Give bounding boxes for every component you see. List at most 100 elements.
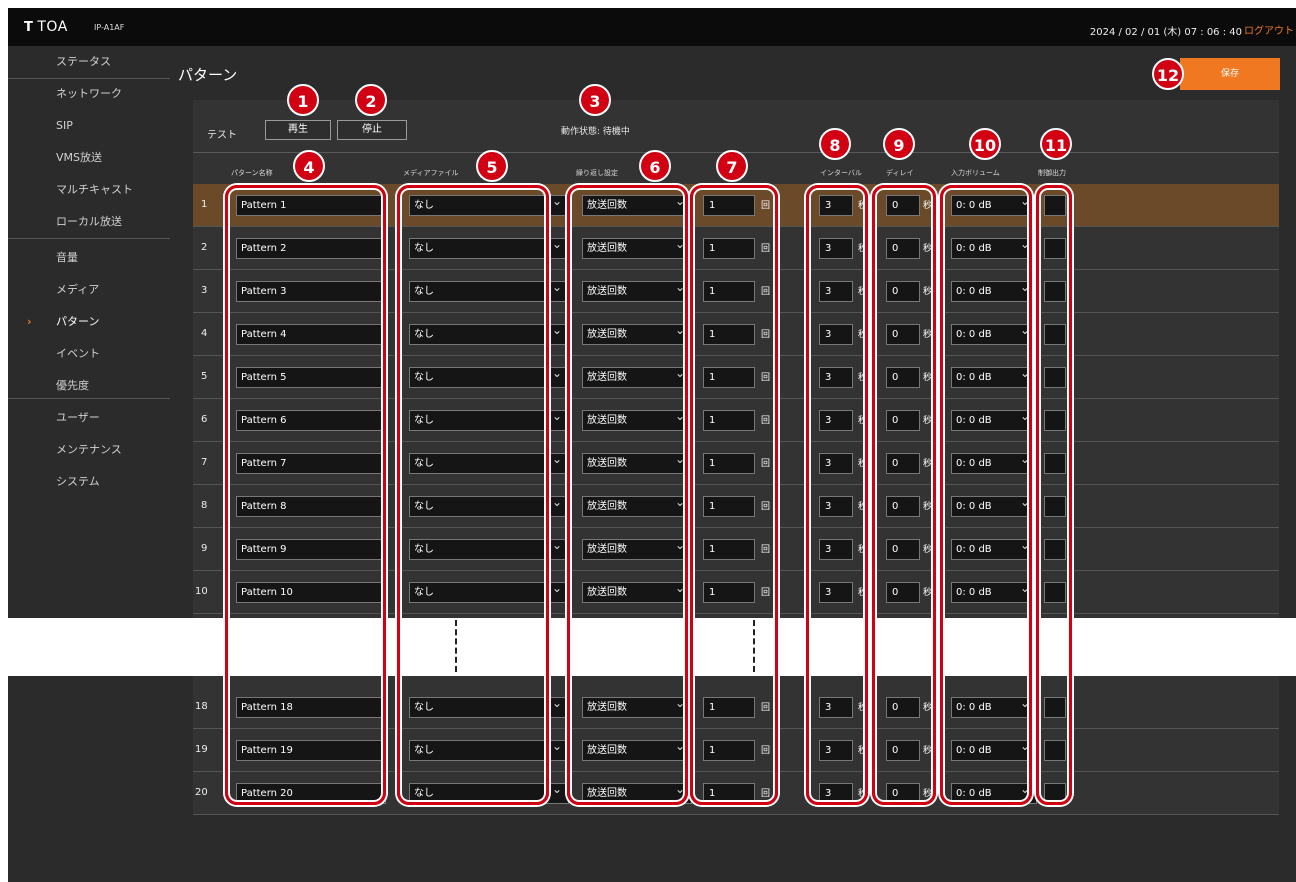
media-file-select[interactable]: なし: [409, 740, 569, 761]
input-volume-select[interactable]: 0: 0 dB: [951, 783, 1037, 804]
control-output-field[interactable]: [1044, 410, 1066, 431]
media-file-select[interactable]: なし: [409, 496, 569, 517]
media-file-select[interactable]: なし: [409, 238, 569, 259]
control-output-field[interactable]: [1044, 740, 1066, 761]
media-file-select[interactable]: なし: [409, 539, 569, 560]
delay-input[interactable]: 0: [886, 324, 920, 345]
delay-input[interactable]: 0: [886, 238, 920, 259]
control-output-field[interactable]: [1044, 195, 1066, 216]
pattern-name-input[interactable]: Pattern 19: [236, 740, 386, 761]
interval-input[interactable]: 3: [819, 195, 853, 216]
interval-input[interactable]: 3: [819, 281, 853, 302]
control-output-field[interactable]: [1044, 281, 1066, 302]
pattern-name-input[interactable]: Pattern 8: [236, 496, 386, 517]
repeat-count-input[interactable]: 1: [703, 783, 755, 804]
pattern-name-input[interactable]: Pattern 3: [236, 281, 386, 302]
input-volume-select[interactable]: 0: 0 dB: [951, 453, 1037, 474]
repeat-count-input[interactable]: 1: [703, 195, 755, 216]
delay-input[interactable]: 0: [886, 783, 920, 804]
control-output-field[interactable]: [1044, 783, 1066, 804]
interval-input[interactable]: 3: [819, 539, 853, 560]
repeat-setting-select[interactable]: 放送回数: [582, 367, 692, 388]
interval-input[interactable]: 3: [819, 783, 853, 804]
pattern-name-input[interactable]: Pattern 5: [236, 367, 386, 388]
input-volume-select[interactable]: 0: 0 dB: [951, 582, 1037, 603]
control-output-field[interactable]: [1044, 238, 1066, 259]
repeat-count-input[interactable]: 1: [703, 740, 755, 761]
repeat-count-input[interactable]: 1: [703, 410, 755, 431]
repeat-setting-select[interactable]: 放送回数: [582, 410, 692, 431]
input-volume-select[interactable]: 0: 0 dB: [951, 539, 1037, 560]
sidebar-item[interactable]: マルチキャスト: [8, 174, 170, 206]
repeat-setting-select[interactable]: 放送回数: [582, 697, 692, 718]
delay-input[interactable]: 0: [886, 453, 920, 474]
repeat-count-input[interactable]: 1: [703, 367, 755, 388]
control-output-field[interactable]: [1044, 582, 1066, 603]
repeat-count-input[interactable]: 1: [703, 582, 755, 603]
repeat-setting-select[interactable]: 放送回数: [582, 195, 692, 216]
interval-input[interactable]: 3: [819, 324, 853, 345]
sidebar-item[interactable]: ステータス: [8, 46, 170, 78]
sidebar-item[interactable]: VMS放送: [8, 142, 170, 174]
interval-input[interactable]: 3: [819, 453, 853, 474]
delay-input[interactable]: 0: [886, 539, 920, 560]
pattern-name-input[interactable]: Pattern 7: [236, 453, 386, 474]
delay-input[interactable]: 0: [886, 740, 920, 761]
delay-input[interactable]: 0: [886, 281, 920, 302]
repeat-count-input[interactable]: 1: [703, 238, 755, 259]
repeat-count-input[interactable]: 1: [703, 324, 755, 345]
pattern-name-input[interactable]: Pattern 9: [236, 539, 386, 560]
media-file-select[interactable]: なし: [409, 582, 569, 603]
media-file-select[interactable]: なし: [409, 410, 569, 431]
repeat-count-input[interactable]: 1: [703, 496, 755, 517]
interval-input[interactable]: 3: [819, 697, 853, 718]
media-file-select[interactable]: なし: [409, 453, 569, 474]
sidebar-item[interactable]: 音量: [8, 242, 170, 274]
interval-input[interactable]: 3: [819, 410, 853, 431]
media-file-select[interactable]: なし: [409, 367, 569, 388]
interval-input[interactable]: 3: [819, 496, 853, 517]
interval-input[interactable]: 3: [819, 740, 853, 761]
repeat-setting-select[interactable]: 放送回数: [582, 539, 692, 560]
input-volume-select[interactable]: 0: 0 dB: [951, 496, 1037, 517]
pattern-name-input[interactable]: Pattern 1: [236, 195, 386, 216]
input-volume-select[interactable]: 0: 0 dB: [951, 324, 1037, 345]
pattern-name-input[interactable]: Pattern 6: [236, 410, 386, 431]
control-output-field[interactable]: [1044, 539, 1066, 560]
sidebar-item[interactable]: › パターン: [8, 306, 170, 338]
delay-input[interactable]: 0: [886, 410, 920, 431]
stop-button[interactable]: 停止: [337, 120, 407, 140]
pattern-name-input[interactable]: Pattern 10: [236, 582, 386, 603]
delay-input[interactable]: 0: [886, 697, 920, 718]
repeat-count-input[interactable]: 1: [703, 281, 755, 302]
interval-input[interactable]: 3: [819, 367, 853, 388]
repeat-setting-select[interactable]: 放送回数: [582, 496, 692, 517]
sidebar-item[interactable]: ネットワーク: [8, 78, 170, 110]
delay-input[interactable]: 0: [886, 496, 920, 517]
sidebar-item[interactable]: ローカル放送: [8, 206, 170, 238]
input-volume-select[interactable]: 0: 0 dB: [951, 697, 1037, 718]
repeat-count-input[interactable]: 1: [703, 697, 755, 718]
media-file-select[interactable]: なし: [409, 195, 569, 216]
control-output-field[interactable]: [1044, 324, 1066, 345]
delay-input[interactable]: 0: [886, 195, 920, 216]
pattern-name-input[interactable]: Pattern 20: [236, 783, 386, 804]
repeat-setting-select[interactable]: 放送回数: [582, 740, 692, 761]
delay-input[interactable]: 0: [886, 582, 920, 603]
input-volume-select[interactable]: 0: 0 dB: [951, 367, 1037, 388]
repeat-setting-select[interactable]: 放送回数: [582, 582, 692, 603]
repeat-count-input[interactable]: 1: [703, 539, 755, 560]
input-volume-select[interactable]: 0: 0 dB: [951, 740, 1037, 761]
sidebar-item[interactable]: SIP: [8, 110, 170, 142]
pattern-name-input[interactable]: Pattern 4: [236, 324, 386, 345]
control-output-field[interactable]: [1044, 453, 1066, 474]
logout-link[interactable]: ログアウト: [1244, 22, 1294, 37]
media-file-select[interactable]: なし: [409, 697, 569, 718]
pattern-name-input[interactable]: Pattern 18: [236, 697, 386, 718]
sidebar-item[interactable]: メディア: [8, 274, 170, 306]
repeat-setting-select[interactable]: 放送回数: [582, 281, 692, 302]
sidebar-item[interactable]: ユーザー: [8, 402, 170, 434]
interval-input[interactable]: 3: [819, 238, 853, 259]
sidebar-item[interactable]: メンテナンス: [8, 434, 170, 466]
media-file-select[interactable]: なし: [409, 783, 569, 804]
